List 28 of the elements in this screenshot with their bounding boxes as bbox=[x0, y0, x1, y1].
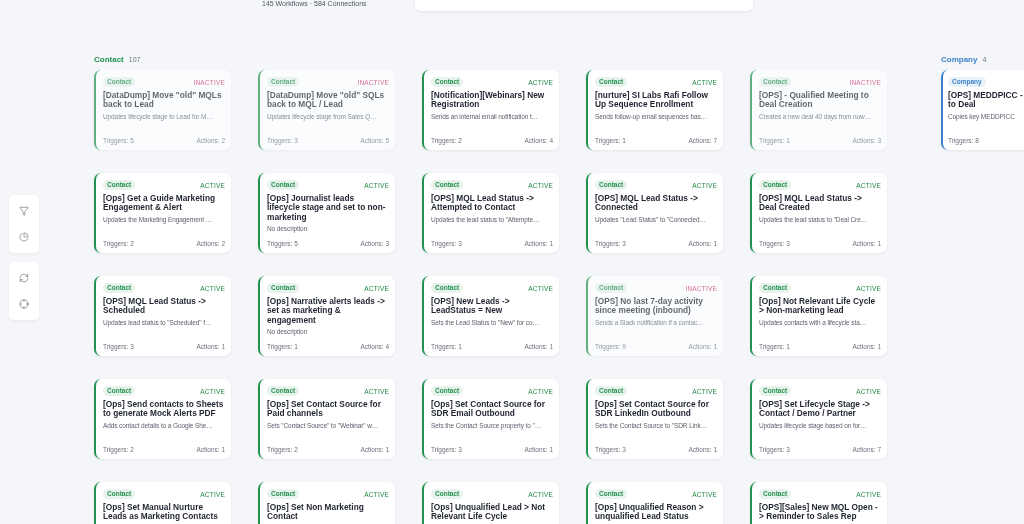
workflow-title: [Ops] Set Contact Source for Paid channels bbox=[267, 400, 382, 419]
workflow-title: [Ops] Set Contact Source for SDR LinkedIn Outbound bbox=[595, 400, 710, 419]
workflow-title: [OPS] New Leads -> LeadStatus = New bbox=[431, 297, 511, 316]
workflow-title: [Ops] Set Non Marketing Contact bbox=[267, 503, 365, 522]
workflow-title: [Notification][Webinars] New Registration bbox=[431, 91, 546, 110]
workflow-title: [Ops] Get a Guide Marketing Engagement & Alert bbox=[103, 194, 217, 213]
column-title: Company bbox=[941, 55, 978, 64]
workflow-title: [OPS] MQL Lead Status -> Deal Created bbox=[759, 194, 863, 213]
workflow-title: [OPS] - Qualified Meeting to Deal Creation bbox=[759, 91, 870, 110]
workflow-title: [OPS] MEDDPICC - to Deal bbox=[948, 91, 1024, 110]
workflow-title: [OPS] MQL Lead Status -> Scheduled bbox=[103, 297, 207, 316]
workflow-title: [OPS] MQL Lead Status -> Connected bbox=[595, 194, 699, 213]
workflow-title: [Ops] Set Manual Nurture Leads as Marketing Contacts bbox=[103, 503, 219, 522]
workflow-title: [OPS][Sales] New MQL Open -> Reminder to Sales Rep bbox=[759, 503, 879, 522]
workflow-title: [Ops] Narrative alerts leads -> set as marketing & engagement bbox=[267, 297, 386, 325]
workflow-title: [Ops] Set Contact Source for SDR Email Outbound bbox=[431, 400, 546, 419]
workflow-title: [Ops] Journalist leads lifecycle stage and set to non-marketing bbox=[267, 194, 387, 222]
workflow-title: [Ops] Send contacts to Sheets to generate Mock Alerts PDF bbox=[103, 400, 225, 419]
workflow-title: [OPS] No last 7-day activity since meeting (inbound) bbox=[595, 297, 704, 316]
workflow-title: [Ops] Unqualified Lead > Not Relevant Life Cycle bbox=[431, 503, 547, 522]
workflow-title: [nurture] SI Labs Rafi Follow Up Sequence Enrollment bbox=[595, 91, 709, 110]
workflow-title: [Ops] Unqualified Reason > unqualified Lead Status bbox=[595, 503, 705, 522]
column-title: Contact bbox=[94, 55, 124, 64]
workflow-title: [OPS] Set Lifecycle Stage -> Contact / Demo / Partner bbox=[759, 400, 871, 419]
workflow-title: [DataDump] Move "old" SQLs back to MQL / Lead bbox=[267, 91, 386, 110]
workflow-title: [Ops] Not Relevant Life Cycle > Non-marketing lead bbox=[759, 297, 877, 316]
workflow-title: [OPS] MQL Lead Status -> Attempted to Contact bbox=[431, 194, 535, 213]
workflow-title: [DataDump] Move "old" MQLs back to Lead bbox=[103, 91, 223, 110]
